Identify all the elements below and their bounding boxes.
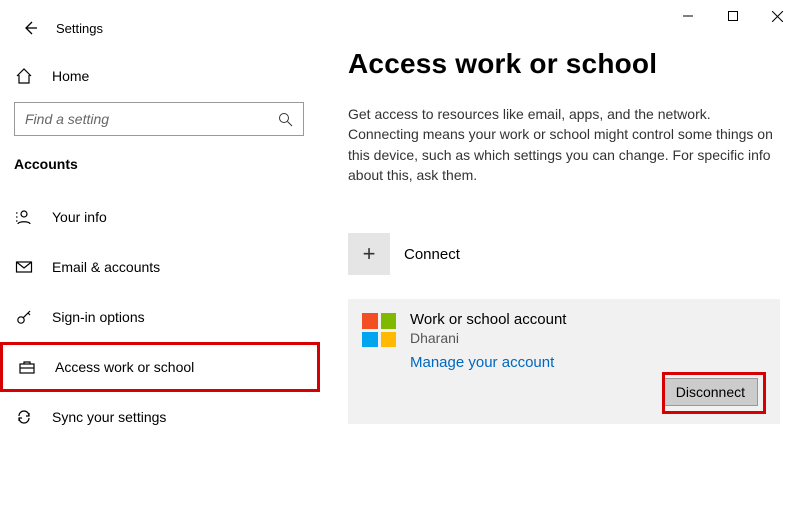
nav-list: Your info Email & accounts Sign-in optio… — [0, 192, 320, 442]
sidebar-item-access-work-school[interactable]: Access work or school — [0, 342, 320, 392]
disconnect-button[interactable]: Disconnect — [663, 378, 758, 406]
sidebar-item-label: Access work or school — [55, 359, 194, 375]
sidebar-item-label: Sync your settings — [52, 409, 166, 425]
sidebar-item-label: Sign-in options — [52, 309, 145, 325]
manage-account-link[interactable]: Manage your account — [410, 354, 566, 371]
account-card[interactable]: Work or school account Dharani Manage yo… — [348, 299, 780, 424]
app-title: Settings — [56, 21, 103, 36]
search-placeholder: Find a setting — [25, 111, 109, 127]
briefcase-icon — [17, 357, 37, 377]
microsoft-logo-icon — [362, 313, 396, 347]
account-info: Work or school account Dharani Manage yo… — [410, 311, 566, 406]
sidebar-item-signin-options[interactable]: Sign-in options — [0, 292, 320, 342]
page-title: Access work or school — [348, 48, 780, 80]
home-icon — [14, 66, 34, 86]
page-description: Get access to resources like email, apps… — [348, 104, 778, 185]
home-label: Home — [52, 68, 89, 84]
home-nav[interactable]: Home — [14, 58, 306, 94]
sidebar-item-label: Your info — [52, 209, 107, 225]
content-area: Access work or school Get access to reso… — [320, 0, 800, 522]
person-icon — [14, 207, 34, 227]
connect-button[interactable]: + Connect — [348, 233, 780, 275]
sidebar-item-sync-settings[interactable]: Sync your settings — [0, 392, 320, 442]
key-icon — [14, 307, 34, 327]
search-input[interactable]: Find a setting — [14, 102, 304, 136]
category-title: Accounts — [14, 156, 306, 172]
sidebar-item-label: Email & accounts — [52, 259, 160, 275]
sync-icon — [14, 407, 34, 427]
back-icon[interactable] — [14, 12, 46, 44]
sidebar: Settings Home Find a setting Accounts — [0, 0, 320, 522]
sidebar-item-your-info[interactable]: Your info — [0, 192, 320, 242]
account-user: Dharani — [410, 330, 566, 346]
account-title: Work or school account — [410, 311, 566, 328]
mail-icon — [14, 257, 34, 277]
settings-window: Settings Home Find a setting Accounts — [0, 0, 800, 522]
sidebar-item-email-accounts[interactable]: Email & accounts — [0, 242, 320, 292]
connect-label: Connect — [404, 246, 460, 263]
search-icon — [278, 112, 293, 127]
plus-icon: + — [348, 233, 390, 275]
